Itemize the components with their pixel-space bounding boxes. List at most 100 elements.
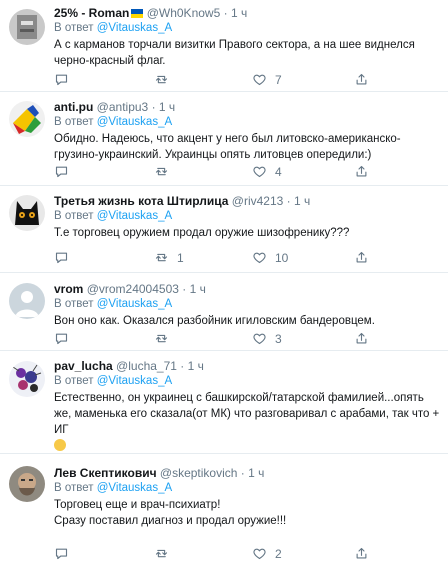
tweet[interactable]: anti.pu @antipu3 · 1 ч В ответ @Vitauska… bbox=[0, 92, 448, 186]
author-handle[interactable]: @lucha_71 bbox=[116, 359, 177, 373]
reply-mention[interactable]: @Vitauskas_A bbox=[97, 482, 172, 494]
like-count: 4 bbox=[275, 164, 282, 179]
share-button[interactable] bbox=[354, 331, 369, 346]
avatar[interactable] bbox=[9, 466, 45, 502]
separator-dot: · bbox=[286, 194, 291, 208]
timestamp[interactable]: 1 ч bbox=[248, 466, 264, 480]
action-bar: 4 bbox=[54, 164, 440, 180]
reply-button[interactable] bbox=[54, 546, 77, 561]
reply-feed: 25% - Roman @Wh0Know5 · 1 ч В ответ @Vit… bbox=[0, 0, 448, 564]
author-handle[interactable]: @riv4213 bbox=[232, 194, 284, 208]
separator-dot: · bbox=[223, 6, 228, 20]
retweet-button[interactable] bbox=[154, 546, 177, 561]
reply-context: В ответ @Vitauskas_A bbox=[54, 21, 440, 36]
share-button[interactable] bbox=[354, 164, 369, 179]
avatar[interactable] bbox=[9, 283, 45, 319]
avatar[interactable] bbox=[9, 361, 45, 397]
tweet-text: Т.е торговец оружием продал оружие шизоф… bbox=[54, 227, 350, 239]
reply-button[interactable] bbox=[54, 72, 77, 87]
author-handle[interactable]: @Wh0Know5 bbox=[147, 6, 221, 20]
heart-icon bbox=[253, 333, 266, 345]
reply-mention[interactable]: @Vitauskas_A bbox=[97, 375, 172, 387]
heart-icon bbox=[253, 74, 266, 86]
share-icon bbox=[356, 73, 367, 85]
share-icon bbox=[356, 251, 367, 263]
like-count: 10 bbox=[275, 250, 289, 265]
timestamp[interactable]: 1 ч bbox=[231, 6, 247, 20]
reply-mention[interactable]: @Vitauskas_A bbox=[97, 116, 172, 128]
tweet[interactable]: pav_lucha @lucha_71 · 1 ч В ответ @Vitau… bbox=[0, 351, 448, 454]
reply-context: В ответ @Vitauskas_A bbox=[54, 297, 440, 312]
timestamp[interactable]: 1 ч bbox=[190, 282, 206, 296]
reply-button[interactable] bbox=[54, 331, 77, 346]
action-bar: 2 bbox=[54, 546, 440, 562]
retweet-icon bbox=[155, 167, 168, 176]
like-button[interactable]: 10 bbox=[252, 250, 288, 265]
ukraine-flag-icon bbox=[131, 9, 144, 18]
like-count: 3 bbox=[275, 331, 282, 346]
like-button[interactable]: 3 bbox=[252, 331, 282, 346]
share-icon bbox=[356, 547, 367, 559]
author-name[interactable]: 25% - Roman bbox=[54, 6, 129, 20]
tweet-text: Естественно, он украинец с башкирской/та… bbox=[54, 392, 440, 436]
reply-icon bbox=[55, 548, 68, 560]
reply-prefix: В ответ bbox=[54, 375, 94, 387]
share-button[interactable] bbox=[354, 546, 369, 561]
like-button[interactable]: 4 bbox=[252, 164, 282, 179]
author-handle[interactable]: @antipu3 bbox=[97, 100, 149, 114]
action-bar: 7 bbox=[54, 72, 440, 88]
timestamp[interactable]: 1 ч bbox=[159, 100, 175, 114]
reply-button[interactable] bbox=[54, 250, 77, 265]
separator-dot: · bbox=[240, 466, 245, 480]
avatar[interactable] bbox=[9, 195, 45, 231]
share-icon bbox=[356, 165, 367, 177]
reply-mention[interactable]: @Vitauskas_A bbox=[97, 298, 172, 310]
tweet[interactable]: 25% - Roman @Wh0Know5 · 1 ч В ответ @Vit… bbox=[0, 0, 448, 92]
timestamp[interactable]: 1 ч bbox=[294, 194, 310, 208]
author-name[interactable]: pav_lucha bbox=[54, 359, 113, 373]
like-count: 2 bbox=[275, 546, 282, 561]
heart-icon bbox=[253, 166, 266, 178]
author-name[interactable]: anti.pu bbox=[54, 100, 93, 114]
retweet-button[interactable] bbox=[154, 331, 177, 346]
grinning-emoji-icon bbox=[54, 439, 66, 451]
reply-icon bbox=[55, 252, 68, 264]
share-button[interactable] bbox=[354, 72, 369, 87]
retweet-icon bbox=[155, 549, 168, 558]
retweet-button[interactable]: 1 bbox=[154, 250, 184, 265]
tweet[interactable]: Третья жизнь кота Штирлица @riv4213 · 1 … bbox=[0, 186, 448, 273]
avatar[interactable] bbox=[9, 9, 45, 45]
action-bar: 1 10 bbox=[54, 250, 440, 266]
tweet-text: Обидно. Надеюсь, что акцент у него был л… bbox=[54, 133, 401, 161]
reply-prefix: В ответ bbox=[54, 298, 94, 310]
timestamp[interactable]: 1 ч bbox=[188, 359, 204, 373]
tweet[interactable]: vrom @vrom24004503 · 1 ч В ответ @Vitaus… bbox=[0, 273, 448, 351]
heart-icon bbox=[253, 252, 266, 264]
reply-prefix: В ответ bbox=[54, 482, 94, 494]
reply-prefix: В ответ bbox=[54, 116, 94, 128]
avatar[interactable] bbox=[9, 101, 45, 137]
reply-button[interactable] bbox=[54, 164, 77, 179]
author-name[interactable]: Третья жизнь кота Штирлица bbox=[54, 194, 228, 208]
share-button[interactable] bbox=[354, 250, 369, 265]
retweet-button[interactable] bbox=[154, 164, 177, 179]
reply-prefix: В ответ bbox=[54, 22, 94, 34]
reply-context: В ответ @Vitauskas_A bbox=[54, 115, 440, 130]
author-name[interactable]: Лев Скептикович bbox=[54, 466, 157, 480]
retweet-button[interactable] bbox=[154, 72, 177, 87]
reply-icon bbox=[55, 333, 68, 345]
author-name[interactable]: vrom bbox=[54, 282, 83, 296]
like-button[interactable]: 7 bbox=[252, 72, 282, 87]
reply-mention[interactable]: @Vitauskas_A bbox=[97, 22, 172, 34]
author-handle[interactable]: @vrom24004503 bbox=[87, 282, 179, 296]
reply-mention[interactable]: @Vitauskas_A bbox=[97, 210, 172, 222]
like-count: 7 bbox=[275, 72, 282, 87]
tweet-text: А с карманов торчали визитки Правого сек… bbox=[54, 39, 415, 67]
reply-context: В ответ @Vitauskas_A bbox=[54, 374, 440, 389]
like-button[interactable]: 2 bbox=[252, 546, 282, 561]
share-icon bbox=[356, 332, 367, 344]
tweet[interactable]: Лев Скептикович @skeptikovich · 1 ч В от… bbox=[0, 454, 448, 564]
author-handle[interactable]: @skeptikovich bbox=[160, 466, 238, 480]
action-bar: 3 bbox=[54, 331, 440, 347]
tweet-text: Вон оно как. Оказался разбойник игиловск… bbox=[54, 315, 375, 327]
